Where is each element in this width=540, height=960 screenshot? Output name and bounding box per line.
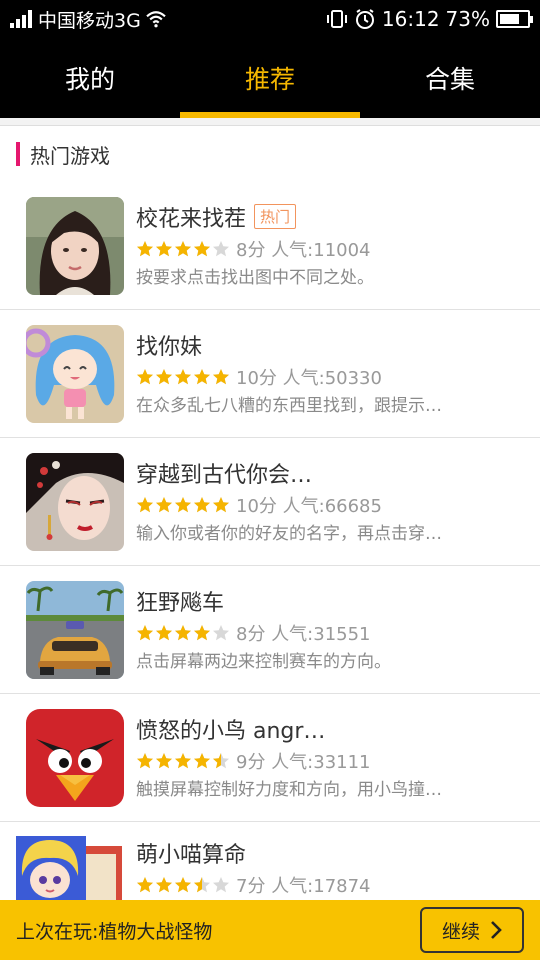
wifi-icon <box>146 11 166 28</box>
rating-stars <box>136 240 230 258</box>
game-row[interactable]: 狂野飚车 8分 人气:31551 点击屏幕两边来控制赛车的方向。 <box>0 566 540 694</box>
race-car-thumbnail <box>26 580 124 679</box>
star-half-icon <box>213 752 229 768</box>
star-full-icon <box>175 368 191 384</box>
signal-icon <box>10 10 32 28</box>
game-description: 按要求点击找出图中不同之处。 <box>136 267 374 288</box>
game-description: 触摸屏幕控制好力度和方向，用小鸟撞… <box>136 779 442 800</box>
rating-stars <box>136 368 230 386</box>
rating-stars <box>136 752 230 770</box>
game-list-panel[interactable]: 热门游戏 校花来找茬 热门 8分 人气:11004 按要求点击找出图中不同之处。… <box>0 118 540 900</box>
game-popularity: 人气:31551 <box>271 623 371 645</box>
game-popularity: 人气:33111 <box>271 751 371 773</box>
star-half-icon <box>194 877 210 893</box>
clock-time: 16:12 <box>381 7 440 31</box>
tab-collection[interactable]: 合集 <box>360 38 540 118</box>
game-description: 输入你或者你的好友的名字，再点击穿… <box>136 523 442 544</box>
star-full-icon <box>213 496 229 512</box>
star-full-icon <box>156 496 172 512</box>
star-full-icon <box>137 752 153 768</box>
star-full-icon <box>137 496 153 512</box>
star-full-icon <box>194 624 210 640</box>
carrier-name: 中国移动3G <box>38 9 141 32</box>
tab-mine[interactable]: 我的 <box>0 38 180 118</box>
cartoon-girl-thumbnail <box>26 324 124 423</box>
game-row[interactable]: 愤怒的小鸟 angr… 9分 人气:33111 触摸屏幕控制好力度和方向，用小鸟… <box>0 694 540 822</box>
star-full-icon <box>194 368 210 384</box>
angry-bird-thumbnail <box>26 708 124 807</box>
game-row[interactable]: 萌小喵算命 7分 人气:17874 <box>0 822 540 900</box>
section-title: 热门游戏 <box>30 143 110 168</box>
battery-percent: 73% <box>445 7 490 31</box>
game-description: 点击屏幕两边来控制赛车的方向。 <box>136 651 391 672</box>
last-played-bar: 上次在玩:植物大战怪物 继续 <box>0 900 540 960</box>
star-full-icon <box>137 877 153 893</box>
game-title: 萌小喵算命 <box>136 843 247 868</box>
star-full-icon <box>175 624 191 640</box>
star-empty-icon <box>213 240 229 256</box>
star-full-icon <box>137 368 153 384</box>
last-played-text: 上次在玩:植物大战怪物 <box>16 920 213 943</box>
game-row[interactable]: 校花来找茬 热门 8分 人气:11004 按要求点击找出图中不同之处。 <box>0 182 540 310</box>
game-row[interactable]: 穿越到古代你会… 10分 人气:66685 输入你或者你的好友的名字，再点击穿… <box>0 438 540 566</box>
ancient-lady-thumbnail <box>26 452 124 551</box>
hot-badge: 热门 <box>254 204 297 229</box>
alarm-icon <box>355 9 374 29</box>
game-score: 10分 <box>236 367 277 389</box>
tab-bar: 我的 推荐 合集 <box>0 38 540 118</box>
game-score: 8分 <box>236 239 266 261</box>
star-full-icon <box>194 240 210 256</box>
game-popularity: 人气:50330 <box>282 367 382 389</box>
game-title: 校花来找茬 <box>136 206 247 232</box>
star-full-icon <box>175 240 191 256</box>
chevron-right-icon <box>491 921 502 939</box>
game-title: 愤怒的小鸟 angr… <box>136 718 326 744</box>
rating-stars <box>136 876 230 894</box>
battery-level <box>500 14 519 24</box>
game-score: 7分 <box>236 876 266 897</box>
game-score: 10分 <box>236 495 277 517</box>
star-full-icon <box>156 877 172 893</box>
star-full-icon <box>156 624 172 640</box>
game-popularity: 人气:11004 <box>271 239 371 261</box>
game-popularity: 人气:17874 <box>271 876 371 897</box>
star-empty-icon <box>213 877 229 893</box>
continue-button[interactable]: 继续 <box>420 907 524 953</box>
rating-stars <box>136 496 230 514</box>
game-score: 8分 <box>236 623 266 645</box>
anime-fortune-thumbnail <box>16 836 124 900</box>
game-title: 狂野飚车 <box>136 590 225 616</box>
star-full-icon <box>213 368 229 384</box>
star-full-icon <box>156 368 172 384</box>
star-empty-icon <box>213 624 229 640</box>
game-row[interactable]: 找你妹 10分 人气:50330 在众多乱七八糟的东西里找到，跟提示… <box>0 310 540 438</box>
star-full-icon <box>175 877 191 893</box>
star-full-icon <box>175 752 191 768</box>
battery-icon <box>496 10 533 28</box>
rating-stars <box>136 624 230 642</box>
star-full-icon <box>156 752 172 768</box>
star-full-icon <box>194 752 210 768</box>
tab-recommend[interactable]: 推荐 <box>180 38 360 118</box>
star-full-icon <box>137 240 153 256</box>
hot-games-card: 热门游戏 校花来找茬 热门 8分 人气:11004 按要求点击找出图中不同之处。… <box>0 125 540 900</box>
star-full-icon <box>175 496 191 512</box>
star-full-icon <box>137 624 153 640</box>
section-header: 热门游戏 <box>0 126 540 182</box>
star-full-icon <box>156 240 172 256</box>
game-popularity: 人气:66685 <box>282 495 382 517</box>
status-bar: 中国移动3G 16:12 73% <box>0 0 540 38</box>
continue-label: 继续 <box>441 920 480 943</box>
girl-portrait-thumbnail <box>26 196 124 295</box>
star-full-icon <box>194 496 210 512</box>
section-marker <box>16 142 20 166</box>
game-score: 9分 <box>236 751 266 773</box>
game-title: 找你妹 <box>136 334 203 360</box>
game-description: 在众多乱七八糟的东西里找到，跟提示… <box>136 395 442 416</box>
game-title: 穿越到古代你会… <box>136 462 313 488</box>
vibrate-icon <box>326 10 347 28</box>
